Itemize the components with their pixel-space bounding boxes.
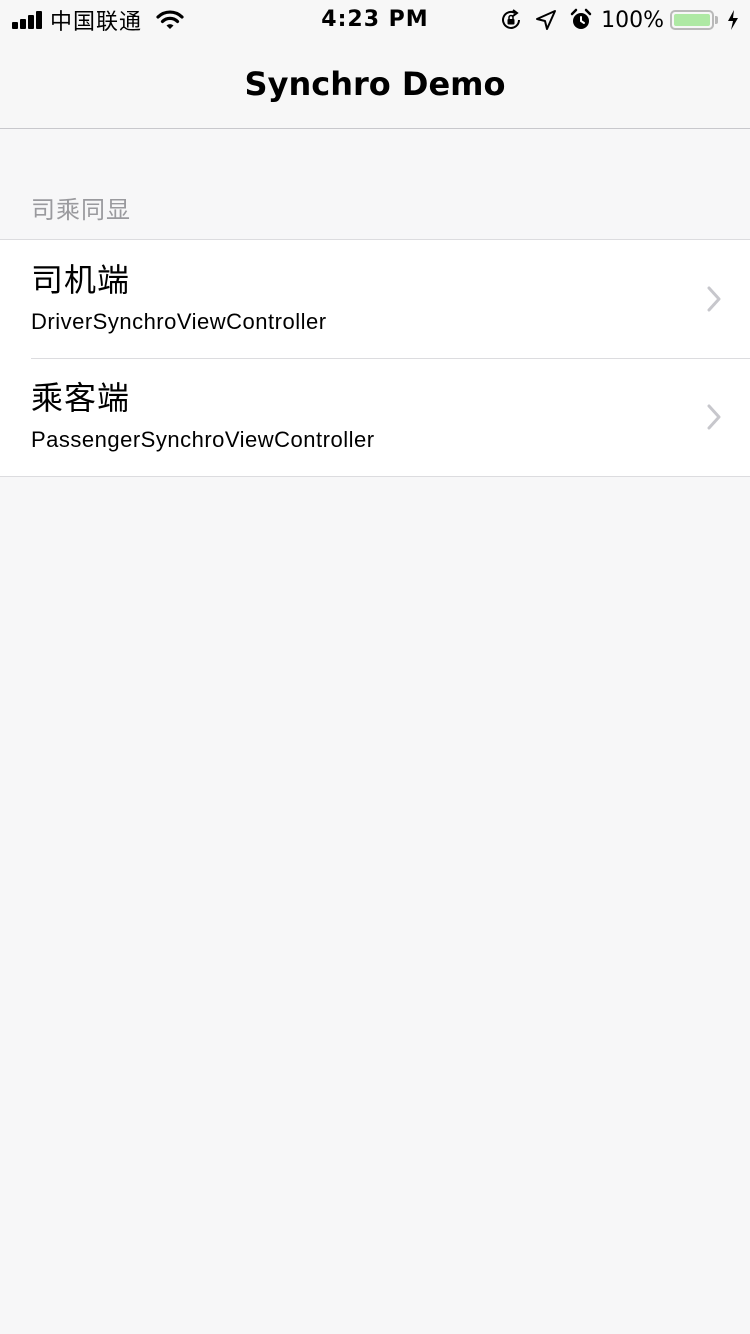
battery-icon [670,10,714,30]
table-section: 司机端 DriverSynchroViewController 乘客端 Pass… [0,239,750,477]
battery-fill [674,14,710,26]
page-title: Synchro Demo [244,65,506,103]
chevron-right-icon [707,404,721,430]
row-title: 乘客端 [31,379,131,417]
row-subtitle: PassengerSynchroViewController [31,427,375,452]
row-title: 司机端 [31,261,131,299]
orientation-lock-icon [502,9,521,29]
navigation-bar: Synchro Demo [0,40,750,129]
row-subtitle: DriverSynchroViewController [31,309,327,334]
location-icon [536,10,557,30]
status-bar: 中国联通 4:23 PM 100% [0,0,750,40]
charging-icon [728,10,738,30]
battery-percent: 100% [601,7,664,33]
alarm-icon [570,8,592,29]
battery-tip [715,16,718,24]
table-row-driver[interactable]: 司机端 DriverSynchroViewController [0,240,750,358]
section-header: 司乘同显 [31,196,131,224]
chevron-right-icon [707,286,721,312]
table-row-passenger[interactable]: 乘客端 PassengerSynchroViewController [0,358,750,476]
status-bar-right: 100% [499,0,740,40]
